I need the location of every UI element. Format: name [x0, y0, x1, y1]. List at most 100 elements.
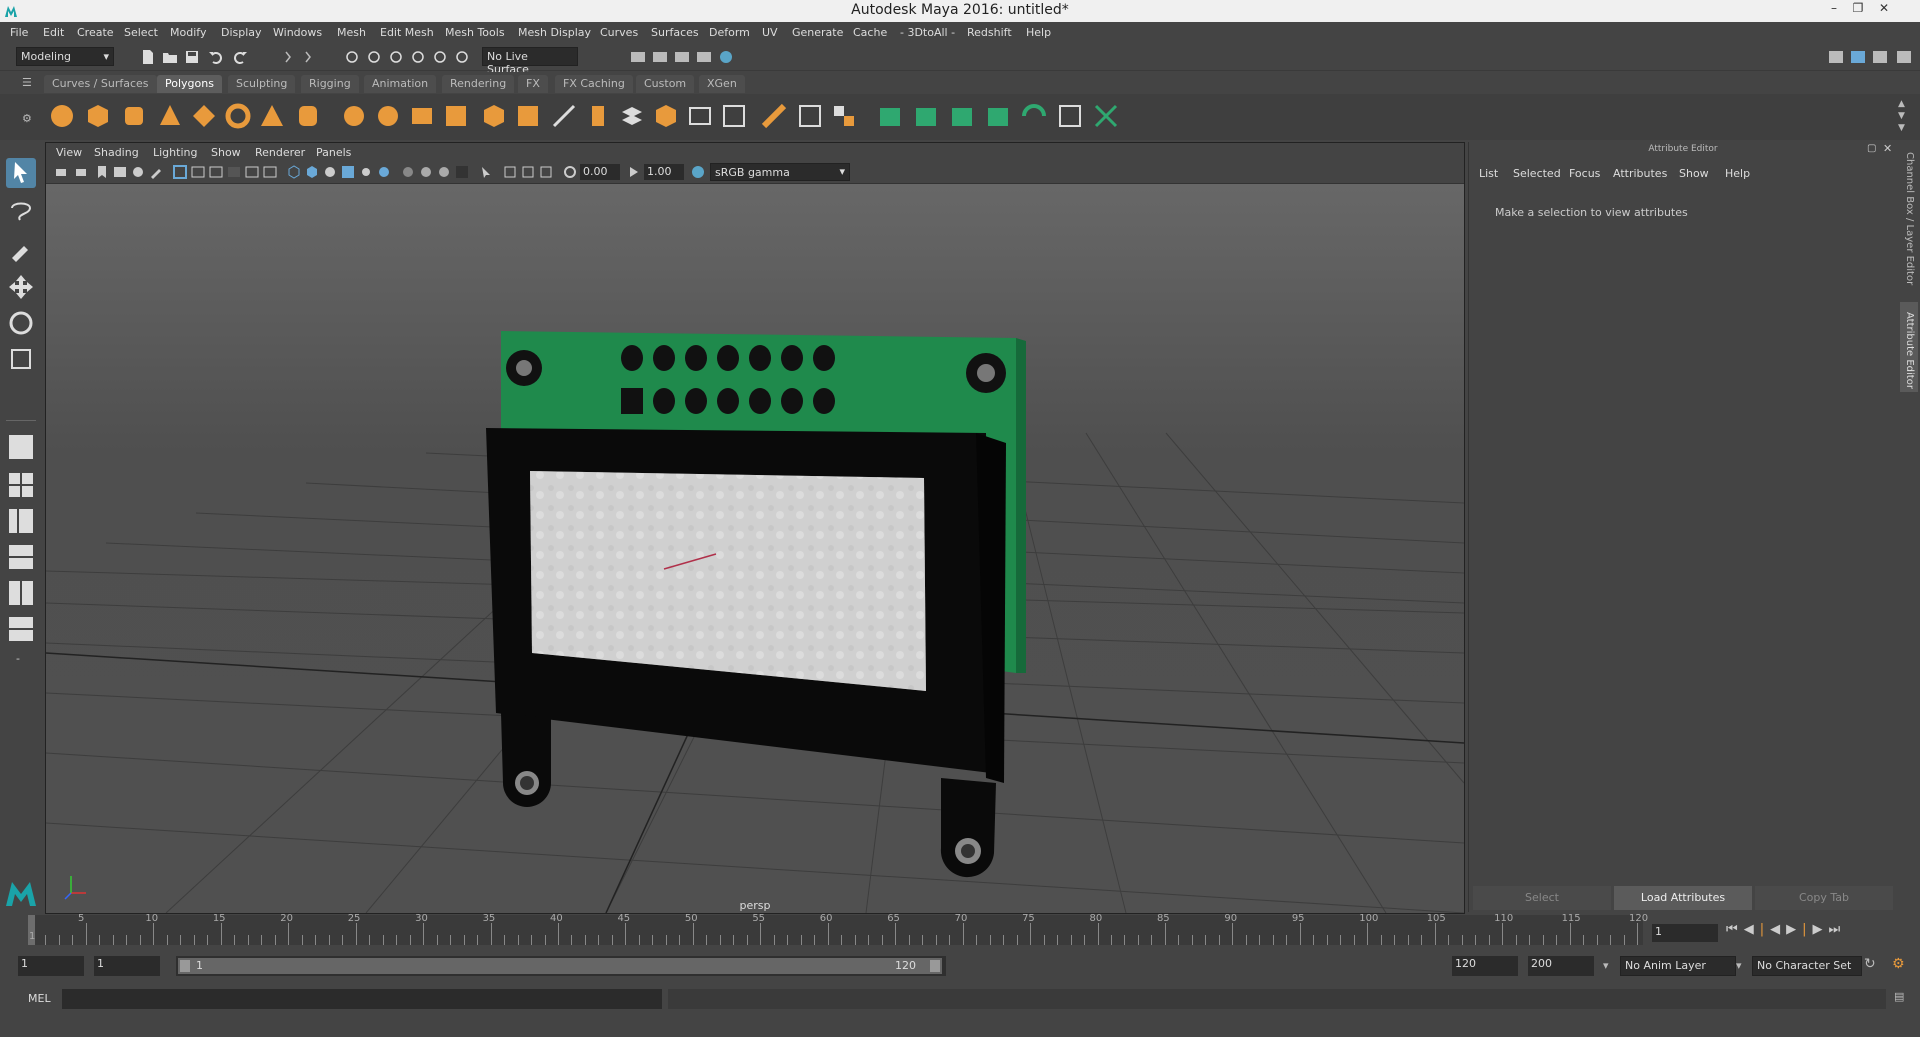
persp-graph-layout-icon[interactable]: [6, 542, 36, 572]
grease-pencil-icon[interactable]: [148, 164, 164, 180]
offset-edge-loop-icon[interactable]: [720, 102, 748, 130]
poly-cylinder-icon[interactable]: [120, 102, 148, 130]
unfold-icon[interactable]: [1020, 102, 1048, 130]
wireframe-on-shaded-icon[interactable]: [322, 164, 338, 180]
play-forward-icon[interactable]: ▶: [1786, 922, 1802, 937]
cut-uv-icon[interactable]: [1092, 102, 1120, 130]
vp-menu-lighting[interactable]: Lighting: [153, 146, 197, 159]
menu-help[interactable]: Help: [1026, 26, 1051, 39]
float-panel-icon[interactable]: ▢: [1867, 143, 1876, 154]
menu-3dtoall[interactable]: - 3DtoAll -: [900, 26, 955, 39]
ae-load-attributes-button[interactable]: Load Attributes: [1614, 886, 1752, 910]
screen-space-ao-icon[interactable]: [400, 164, 416, 180]
scene-canvas[interactable]: persp: [46, 183, 1464, 913]
insert-edge-loop-icon[interactable]: [686, 102, 714, 130]
range-end-handle[interactable]: [930, 960, 940, 972]
hypershade-layout-icon[interactable]: [6, 578, 36, 608]
lasso-tool-icon[interactable]: [6, 196, 36, 226]
perspective-viewport[interactable]: View Shading Lighting Show Renderer Pane…: [45, 142, 1465, 914]
move-tool-icon[interactable]: [6, 272, 36, 302]
close-panel-icon[interactable]: ✕: [1883, 142, 1892, 155]
vp-menu-show[interactable]: Show: [211, 146, 241, 159]
step-back-key-icon[interactable]: |: [1760, 922, 1770, 937]
mode-selector[interactable]: Modeling ▾: [16, 47, 114, 66]
script-language-label[interactable]: MEL: [28, 992, 51, 1005]
go-to-start-icon[interactable]: ⏮: [1726, 922, 1744, 937]
quad-draw-icon[interactable]: [830, 102, 858, 130]
use-all-lights-icon[interactable]: [358, 164, 374, 180]
select-tool-icon[interactable]: [6, 158, 36, 188]
step-back-icon[interactable]: ◀: [1744, 922, 1760, 937]
step-forward-key-icon[interactable]: |: [1802, 922, 1812, 937]
ae-menu-show[interactable]: Show: [1679, 167, 1709, 180]
render-view-icon[interactable]: [718, 49, 734, 65]
poly-cone-icon[interactable]: [156, 102, 184, 130]
hypershade-icon[interactable]: [696, 49, 712, 65]
select-camera-icon[interactable]: [54, 164, 70, 180]
vp-menu-view[interactable]: View: [56, 146, 82, 159]
merge-icon[interactable]: [796, 102, 824, 130]
toggle-channel-box-icon[interactable]: [1896, 49, 1912, 65]
camera-attributes-icon[interactable]: [74, 164, 90, 180]
target-weld-icon[interactable]: [760, 102, 788, 130]
color-management-icon[interactable]: [690, 164, 706, 180]
range-slider-bar[interactable]: 1 120: [178, 958, 942, 974]
animation-start-field[interactable]: 1: [18, 956, 84, 976]
play-backward-icon[interactable]: ◀: [1770, 922, 1786, 937]
xray-components-icon[interactable]: [538, 164, 554, 180]
exposure-icon[interactable]: [562, 164, 578, 180]
shelf-scroll-arrows[interactable]: ▲ ▼ ▼: [1898, 98, 1905, 134]
anim-layer-dropdown[interactable]: No Anim Layer: [1620, 956, 1736, 976]
minimize-button[interactable]: –: [1822, 1, 1846, 19]
playback-end-field[interactable]: 120: [1452, 956, 1518, 976]
menu-mesh[interactable]: Mesh: [337, 26, 366, 39]
collapse-toolbox-icon[interactable]: -: [16, 652, 20, 665]
range-slider[interactable]: 1 120: [176, 956, 946, 976]
four-view-layout-icon[interactable]: [6, 470, 36, 500]
image-plane-icon[interactable]: [112, 164, 128, 180]
close-button[interactable]: ✕: [1872, 1, 1896, 19]
time-slider[interactable]: 5 10 15 20 25 30 35 40 45 50 55 60 65 70 75 80 85 90 95 100…: [28, 913, 1648, 945]
auto-key-icon[interactable]: ↻: [1864, 956, 1876, 972]
redo-icon[interactable]: [232, 49, 248, 65]
menu-generate[interactable]: Generate: [792, 26, 843, 39]
script-editor-icon[interactable]: ▤: [1894, 990, 1904, 1003]
select-component-icon[interactable]: [388, 49, 404, 65]
tab-rigging[interactable]: Rigging: [301, 75, 359, 93]
poly-torus-icon[interactable]: [224, 102, 252, 130]
uv-editor-icon[interactable]: [876, 102, 904, 130]
panel-layout-icon[interactable]: [1850, 49, 1866, 65]
cylindrical-map-icon[interactable]: [948, 102, 976, 130]
bookmarks-icon[interactable]: [94, 164, 110, 180]
xray-icon[interactable]: [502, 164, 518, 180]
shelf-options-icon[interactable]: ⚙: [22, 112, 32, 125]
motion-blur-icon[interactable]: [418, 164, 434, 180]
shelf-menu-icon[interactable]: ☰: [22, 76, 32, 89]
menu-create[interactable]: Create: [77, 26, 114, 39]
tab-custom[interactable]: Custom: [636, 75, 695, 93]
ae-menu-selected[interactable]: Selected: [1513, 167, 1561, 180]
tab-curves-surfaces[interactable]: Curves / Surfaces: [44, 75, 157, 93]
menu-mesh-display[interactable]: Mesh Display: [518, 26, 591, 39]
poly-sphere-icon[interactable]: [48, 102, 76, 130]
range-start-handle[interactable]: [180, 960, 190, 972]
depth-of-field-icon[interactable]: [454, 164, 470, 180]
shadows-icon[interactable]: [376, 164, 392, 180]
tab-animation[interactable]: Animation: [364, 75, 437, 93]
menu-curves[interactable]: Curves: [600, 26, 638, 39]
paint-select-tool-icon[interactable]: [6, 234, 36, 264]
tab-sculpting[interactable]: Sculpting: [228, 75, 296, 93]
current-frame-field[interactable]: 1: [1652, 924, 1718, 942]
uv-layout-icon[interactable]: [1056, 102, 1084, 130]
multi-cut-icon[interactable]: [550, 102, 578, 130]
safe-action-icon[interactable]: [262, 164, 278, 180]
toggle-attribute-editor-icon[interactable]: [1872, 49, 1888, 65]
isolate-select-icon[interactable]: [478, 164, 494, 180]
vp-menu-renderer[interactable]: Renderer: [255, 146, 305, 159]
command-input[interactable]: [62, 989, 662, 1009]
boolean-icon[interactable]: [480, 102, 508, 130]
expand-icon-2[interactable]: [300, 49, 316, 65]
save-scene-icon[interactable]: [184, 49, 200, 65]
menu-windows[interactable]: Windows: [273, 26, 322, 39]
tab-polygons[interactable]: Polygons: [157, 75, 222, 93]
